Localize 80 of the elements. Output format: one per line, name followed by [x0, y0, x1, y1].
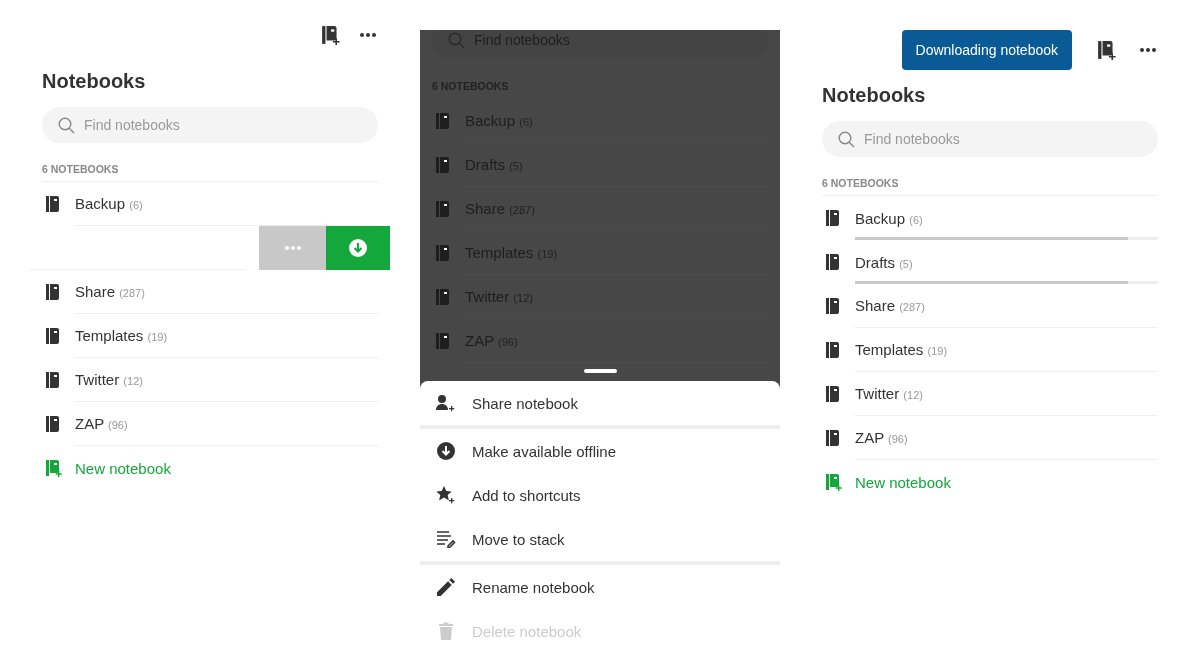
more-icon[interactable] [1140, 48, 1156, 52]
menu-item[interactable]: Make available offline [420, 429, 780, 473]
more-icon [284, 246, 301, 250]
note-count: (96) [888, 433, 908, 445]
note-count: (12) [903, 389, 923, 401]
note-count: (5) [899, 257, 913, 270]
notebook-row[interactable]: Twitter (12) [42, 358, 378, 402]
menu-item[interactable]: Move to stack [420, 517, 780, 561]
search-icon [448, 32, 465, 49]
note-count: (12) [123, 375, 143, 387]
notebook-row[interactable]: ZAP (96) [42, 402, 378, 446]
notebook-row[interactable]: Twitter (12) [822, 372, 1158, 416]
menu-item[interactable]: Rename notebook [420, 565, 780, 609]
notebook-icon [436, 200, 452, 218]
add-notebook-icon [826, 473, 842, 491]
notebook-row[interactable]: Backup (6) [822, 196, 1158, 240]
note-count: (6) [909, 213, 923, 226]
notebook-name: Templates [855, 341, 924, 358]
note-count: (6) [129, 199, 143, 211]
section-label: 6 NOTEBOOKS [822, 157, 1158, 196]
notebook-icon [436, 332, 452, 350]
section-label: 6 NOTEBOOKS [42, 143, 378, 182]
notebook-icon [46, 415, 62, 433]
notebook-name: Backup [75, 195, 126, 212]
search-icon [838, 131, 855, 148]
note-count: (287) [119, 287, 145, 299]
add-person-icon [436, 394, 456, 412]
notebook-icon [826, 253, 842, 271]
search-icon [58, 117, 75, 134]
notebook-name: ZAP [855, 429, 884, 446]
notebook-name: Share [75, 283, 116, 300]
menu-item[interactable]: Share notebook [420, 381, 780, 425]
add-notebook-icon[interactable] [1098, 40, 1116, 60]
notebook-icon [436, 288, 452, 306]
notebook-row[interactable]: Share (287) [42, 270, 378, 314]
toast-message: Downloading notebook [901, 30, 1072, 70]
notebook-icon [46, 195, 62, 213]
notebook-name: Twitter [75, 371, 120, 388]
star-plus-icon [436, 486, 456, 504]
more-icon[interactable] [360, 33, 376, 37]
download-icon [436, 442, 456, 460]
download-icon [349, 239, 367, 257]
notebook-name: Templates [75, 327, 144, 344]
note-count: (287) [899, 301, 925, 313]
search-field[interactable]: Find notebooks [42, 107, 378, 143]
notebook-name: Backup [855, 209, 906, 227]
trash-icon [436, 622, 456, 640]
notebook-row[interactable]: Templates (19) [822, 328, 1158, 372]
notebook-name: Drafts [855, 253, 895, 271]
notebook-icon [826, 297, 842, 315]
note-count: (96) [108, 419, 128, 431]
notebook-row[interactable]: Templates (19) [42, 314, 378, 358]
stack-icon [436, 530, 456, 548]
page-title: Notebooks [822, 84, 927, 107]
notebook-name: ZAP [75, 415, 104, 432]
notebook-icon [46, 327, 62, 345]
notebook-icon [46, 371, 62, 389]
notebook-icon [826, 385, 842, 403]
note-count: (19) [927, 345, 948, 357]
pencil-icon [436, 578, 456, 596]
notebook-icon [46, 283, 62, 301]
notebook-icon [826, 209, 842, 227]
notebook-icon [436, 112, 452, 130]
sheet-handle[interactable] [584, 369, 617, 373]
notebook-row[interactable]: Drafts (5) [822, 240, 1158, 284]
add-notebook-icon [46, 459, 62, 477]
notebook-row[interactable]: Share (287) [822, 284, 1158, 328]
page-title: Notebooks [42, 70, 147, 93]
add-notebook-icon[interactable] [322, 25, 340, 45]
notebook-name: Share [855, 297, 896, 314]
notebook-icon [826, 429, 842, 447]
note-count: (19) [147, 331, 168, 343]
download-button[interactable] [326, 226, 390, 270]
notebook-icon [826, 341, 842, 359]
notebook-icon [436, 244, 452, 262]
menu-item[interactable]: Add to shortcuts [420, 473, 780, 517]
notebook-icon [436, 156, 452, 174]
notebook-name: Twitter [855, 385, 900, 402]
notebook-row[interactable]: ZAP (96) [822, 416, 1158, 460]
search-field[interactable]: Find notebooks [822, 121, 1158, 157]
